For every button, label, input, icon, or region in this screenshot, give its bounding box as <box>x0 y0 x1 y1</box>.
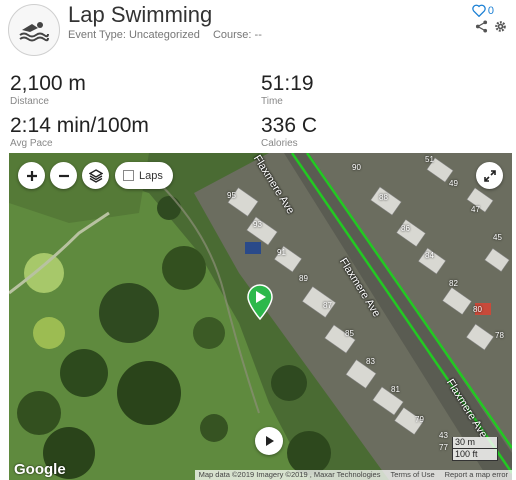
house-number: 90 <box>352 163 361 172</box>
map-data-credit[interactable]: Map data ©2019 Imagery ©2019 , Maxar Tec… <box>199 470 381 480</box>
stat-calories: 336 C Calories <box>261 114 501 150</box>
layers-icon[interactable] <box>88 168 103 183</box>
zoom-in-button[interactable] <box>18 162 45 189</box>
house-number: 49 <box>449 179 458 188</box>
start-marker-icon[interactable] <box>246 284 274 320</box>
playback-button[interactable] <box>255 427 283 455</box>
expand-icon[interactable] <box>483 169 496 182</box>
map-attribution: Map data ©2019 Imagery ©2019 , Maxar Tec… <box>194 470 512 480</box>
stat-value: 336 C <box>261 114 318 137</box>
house-number: 88 <box>379 193 388 202</box>
activity-subtitle: Event Type: Uncategorized Course: -- <box>68 29 272 41</box>
house-number: 81 <box>391 385 400 394</box>
activity-header: Lap Swimming Event Type: Uncategorized C… <box>0 0 516 58</box>
gear-icon[interactable] <box>494 20 507 33</box>
stat-value: 2:14 min/100m <box>10 114 149 137</box>
scale-imperial: 100 ft <box>452 449 498 461</box>
laps-toggle[interactable]: Laps <box>115 162 173 189</box>
stat-label: Distance <box>10 96 49 107</box>
house-number: 82 <box>449 279 458 288</box>
stat-value: 2,100 m <box>10 72 86 95</box>
minus-icon[interactable] <box>58 170 70 182</box>
house-number: 89 <box>299 274 308 283</box>
house-number: 47 <box>471 205 480 214</box>
map-scale: 30 m 100 ft <box>452 437 498 461</box>
fullscreen-button[interactable] <box>476 162 503 189</box>
play-icon[interactable] <box>263 435 275 447</box>
activity-title: Lap Swimming <box>68 2 213 27</box>
event-type[interactable]: Event Type: Uncategorized <box>68 29 200 41</box>
stat-label: Calories <box>261 138 298 149</box>
house-number: 51 <box>425 155 434 164</box>
stat-time: 51:19 Time <box>261 72 501 108</box>
house-number: 91 <box>277 248 286 257</box>
stat-value: 51:19 <box>261 72 314 95</box>
scale-metric: 30 m <box>452 437 498 449</box>
swimming-icon <box>8 4 60 56</box>
house-number: 45 <box>493 233 502 242</box>
house-number: 80 <box>473 305 482 314</box>
house-number: 86 <box>401 224 410 233</box>
house-number: 78 <box>495 331 504 340</box>
heart-icon[interactable] <box>472 4 486 17</box>
google-logo[interactable]: Google <box>14 461 66 478</box>
laps-label: Laps <box>139 169 163 182</box>
house-number: 85 <box>345 329 354 338</box>
map-layers-button[interactable] <box>82 162 109 189</box>
plus-icon[interactable] <box>26 170 38 182</box>
stat-distance: 2,100 m Distance <box>10 72 250 108</box>
like-count: 0 <box>487 4 494 17</box>
house-number: 79 <box>415 415 424 424</box>
stat-label: Avg Pace <box>10 138 53 149</box>
house-number: 93 <box>253 220 262 229</box>
zoom-out-button[interactable] <box>50 162 77 189</box>
house-number: 83 <box>366 357 375 366</box>
house-number: 84 <box>425 251 434 260</box>
house-number: 43 <box>439 431 448 440</box>
like-button[interactable]: 0 <box>472 4 494 17</box>
stat-label: Time <box>261 96 283 107</box>
house-number: 87 <box>323 301 332 310</box>
share-icon[interactable] <box>475 20 488 33</box>
map-view[interactable]: Flaxmere Ave Flaxmere Ave Flaxmere Ave 9… <box>9 153 512 480</box>
laps-checkbox[interactable] <box>123 170 134 181</box>
terms-link[interactable]: Terms of Use <box>390 470 434 480</box>
course: Course: -- <box>212 29 262 41</box>
report-error-link[interactable]: Report a map error <box>445 470 508 480</box>
stat-avg-pace: 2:14 min/100m Avg Pace <box>10 114 250 150</box>
house-number: 77 <box>439 443 448 452</box>
house-number: 95 <box>227 191 236 200</box>
